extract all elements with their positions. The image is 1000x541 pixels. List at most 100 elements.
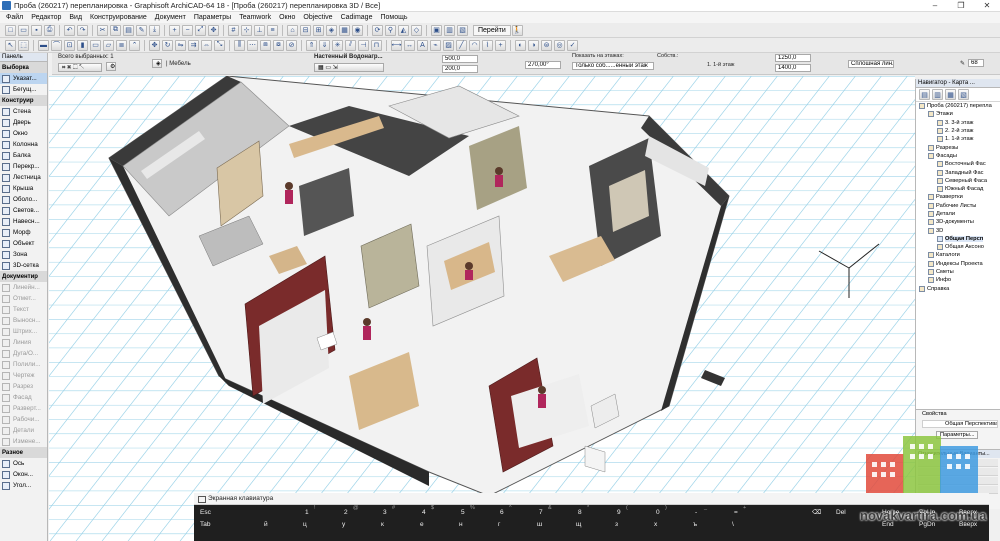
view-name-field[interactable]: Общая Перспектива: [922, 420, 998, 428]
palette-tool-item[interactable]: Детали: [0, 425, 47, 436]
palette-tool-item[interactable]: Морф: [0, 227, 47, 238]
navigator-tree-item[interactable]: Восточный Фас: [916, 160, 1000, 168]
paste-icon[interactable]: ▤: [123, 24, 134, 36]
palette-tool-item[interactable]: Балка: [0, 150, 47, 161]
show-hide-icon[interactable]: ◎: [554, 39, 565, 51]
save-icon[interactable]: ▪: [31, 24, 42, 36]
keyboard-key[interactable]: 5: [461, 507, 465, 518]
navigator-tree-item[interactable]: Развертки: [916, 193, 1000, 201]
palette-tool-item[interactable]: Разверт...: [0, 403, 47, 414]
palette-tool-item[interactable]: Колонна: [0, 139, 47, 150]
arc-icon[interactable]: ◠: [469, 39, 480, 51]
maximize-button[interactable]: ❐: [948, 0, 974, 12]
slab-icon[interactable]: ▱: [103, 39, 114, 51]
resize-icon[interactable]: ⤡: [214, 39, 225, 51]
layout-book-icon[interactable]: ▦: [339, 24, 350, 36]
x-coordinate-input[interactable]: 1250,0: [775, 54, 811, 62]
project-map-icon[interactable]: ▤: [919, 89, 930, 100]
palette-tool-item[interactable]: Лестница: [0, 172, 47, 183]
palette-tool-item[interactable]: Линия: [0, 337, 47, 348]
menu-edit[interactable]: Редактор: [27, 14, 65, 21]
navigator-tree-item[interactable]: Рабочие Листы: [916, 202, 1000, 210]
palette-tool-item[interactable]: Измене...: [0, 436, 47, 447]
measure-icon[interactable]: ⟷: [391, 39, 402, 51]
layer-settings-icon[interactable]: ≡: [267, 24, 278, 36]
keyboard-key[interactable]: =: [734, 507, 738, 518]
align-icon[interactable]: ⫼: [234, 39, 245, 51]
navigator-tree-item[interactable]: Детали: [916, 210, 1000, 218]
intersect-icon[interactable]: ⊓: [371, 39, 382, 51]
print-icon[interactable]: ⎙: [44, 24, 55, 36]
mirror-icon[interactable]: ⇋: [175, 39, 186, 51]
keyboard-key[interactable]: е: [420, 519, 424, 530]
mark-up-icon[interactable]: ✓: [567, 39, 578, 51]
keyboard-key[interactable]: Del: [836, 507, 846, 518]
y-coordinate-input[interactable]: 1400,0: [775, 64, 811, 72]
width-input[interactable]: 500,0: [442, 55, 478, 63]
navigator-tree-item[interactable]: Каталоги: [916, 251, 1000, 259]
keyboard-key[interactable]: к: [381, 519, 384, 530]
publisher-icon[interactable]: ▧: [958, 89, 969, 100]
palette-tool-item[interactable]: Бегущ...: [0, 84, 47, 95]
selection-tools-button[interactable]: ⌗ ⌘ ⬚ ↖: [58, 63, 102, 72]
palette-tool-item[interactable]: Штрих...: [0, 326, 47, 337]
zoom-out-icon[interactable]: −: [182, 24, 193, 36]
navigator-tree-item[interactable]: Южный Фасад: [916, 185, 1000, 193]
palette-tool-item[interactable]: Окон...: [0, 469, 47, 480]
palette-tool-item[interactable]: Рабочи...: [0, 414, 47, 425]
keyboard-key[interactable]: з: [615, 519, 618, 530]
label-icon[interactable]: ⌁: [430, 39, 441, 51]
arrow-select-icon[interactable]: ↖: [5, 39, 16, 51]
keyboard-key[interactable]: 2: [344, 507, 348, 518]
reference-icon[interactable]: ◑: [528, 39, 539, 51]
palette-tool-item[interactable]: Дуга/О...: [0, 348, 47, 359]
palette-tool-item[interactable]: Стена: [0, 106, 47, 117]
pan-icon[interactable]: ✥: [208, 24, 219, 36]
beam-icon[interactable]: ▭: [90, 39, 101, 51]
menu-design[interactable]: Конструирование: [86, 14, 151, 21]
3d-window-icon[interactable]: ◈: [326, 24, 337, 36]
stair-icon[interactable]: ≣: [116, 39, 127, 51]
send-backward-icon[interactable]: ⇓: [319, 39, 330, 51]
line-type-dropdown[interactable]: Сплошная лин...: [848, 60, 894, 68]
keyboard-key[interactable]: 7: [539, 507, 543, 518]
dimension-icon[interactable]: ↔: [404, 39, 415, 51]
navigator-tree-item[interactable]: Западный Фас: [916, 168, 1000, 176]
keyboard-key[interactable]: \: [732, 519, 734, 530]
palette-group-header[interactable]: Конструир: [0, 95, 47, 106]
window-icon[interactable]: ⊡: [64, 39, 75, 51]
settings-dialog-icon[interactable]: ⚙: [106, 62, 116, 71]
view-map-icon[interactable]: ▥: [932, 89, 943, 100]
keyboard-key[interactable]: 9: [617, 507, 621, 518]
palette-tool-item[interactable]: Отмет...: [0, 293, 47, 304]
keyboard-key[interactable]: ⌫: [812, 507, 821, 518]
trace-icon[interactable]: ◐: [515, 39, 526, 51]
keyboard-key[interactable]: ъ: [693, 519, 697, 530]
navigator-tree-item[interactable]: 2. 2-й этаж: [916, 127, 1000, 135]
redo-icon[interactable]: ↷: [77, 24, 88, 36]
menu-cadimage[interactable]: Cadimage: [337, 14, 377, 21]
palette-tool-item[interactable]: Дверь: [0, 117, 47, 128]
column-icon[interactable]: ▮: [77, 39, 88, 51]
open-file-icon[interactable]: ▭: [18, 24, 29, 36]
elevation-icon[interactable]: ⊞: [313, 24, 324, 36]
wall-icon[interactable]: ▬: [38, 39, 49, 51]
palette-group-header[interactable]: Разное: [0, 447, 47, 458]
group-icon[interactable]: ⧈: [260, 39, 271, 51]
menu-view[interactable]: Вид: [65, 14, 86, 21]
3d-viewport[interactable]: [49, 76, 915, 541]
floor-plan-icon[interactable]: ⌂: [287, 24, 298, 36]
layout-book-icon[interactable]: ▦: [945, 89, 956, 100]
pick-up-icon[interactable]: ✎: [136, 24, 147, 36]
guide-lines-icon[interactable]: ⊹: [241, 24, 252, 36]
close-button[interactable]: ✕: [974, 0, 1000, 12]
new-file-icon[interactable]: □: [5, 24, 16, 36]
navigator-tree-item[interactable]: Общая Аксоно: [916, 243, 1000, 251]
stretch-icon[interactable]: ⇔: [201, 39, 212, 51]
palette-tool-item[interactable]: Окно: [0, 128, 47, 139]
palette-tool-item[interactable]: Зона: [0, 249, 47, 260]
keyboard-key[interactable]: Tab: [200, 519, 210, 530]
palette-tool-item[interactable]: Полили...: [0, 359, 47, 370]
palette-tool-item[interactable]: Разрез: [0, 381, 47, 392]
palette-tool-item[interactable]: Чертеж: [0, 370, 47, 381]
